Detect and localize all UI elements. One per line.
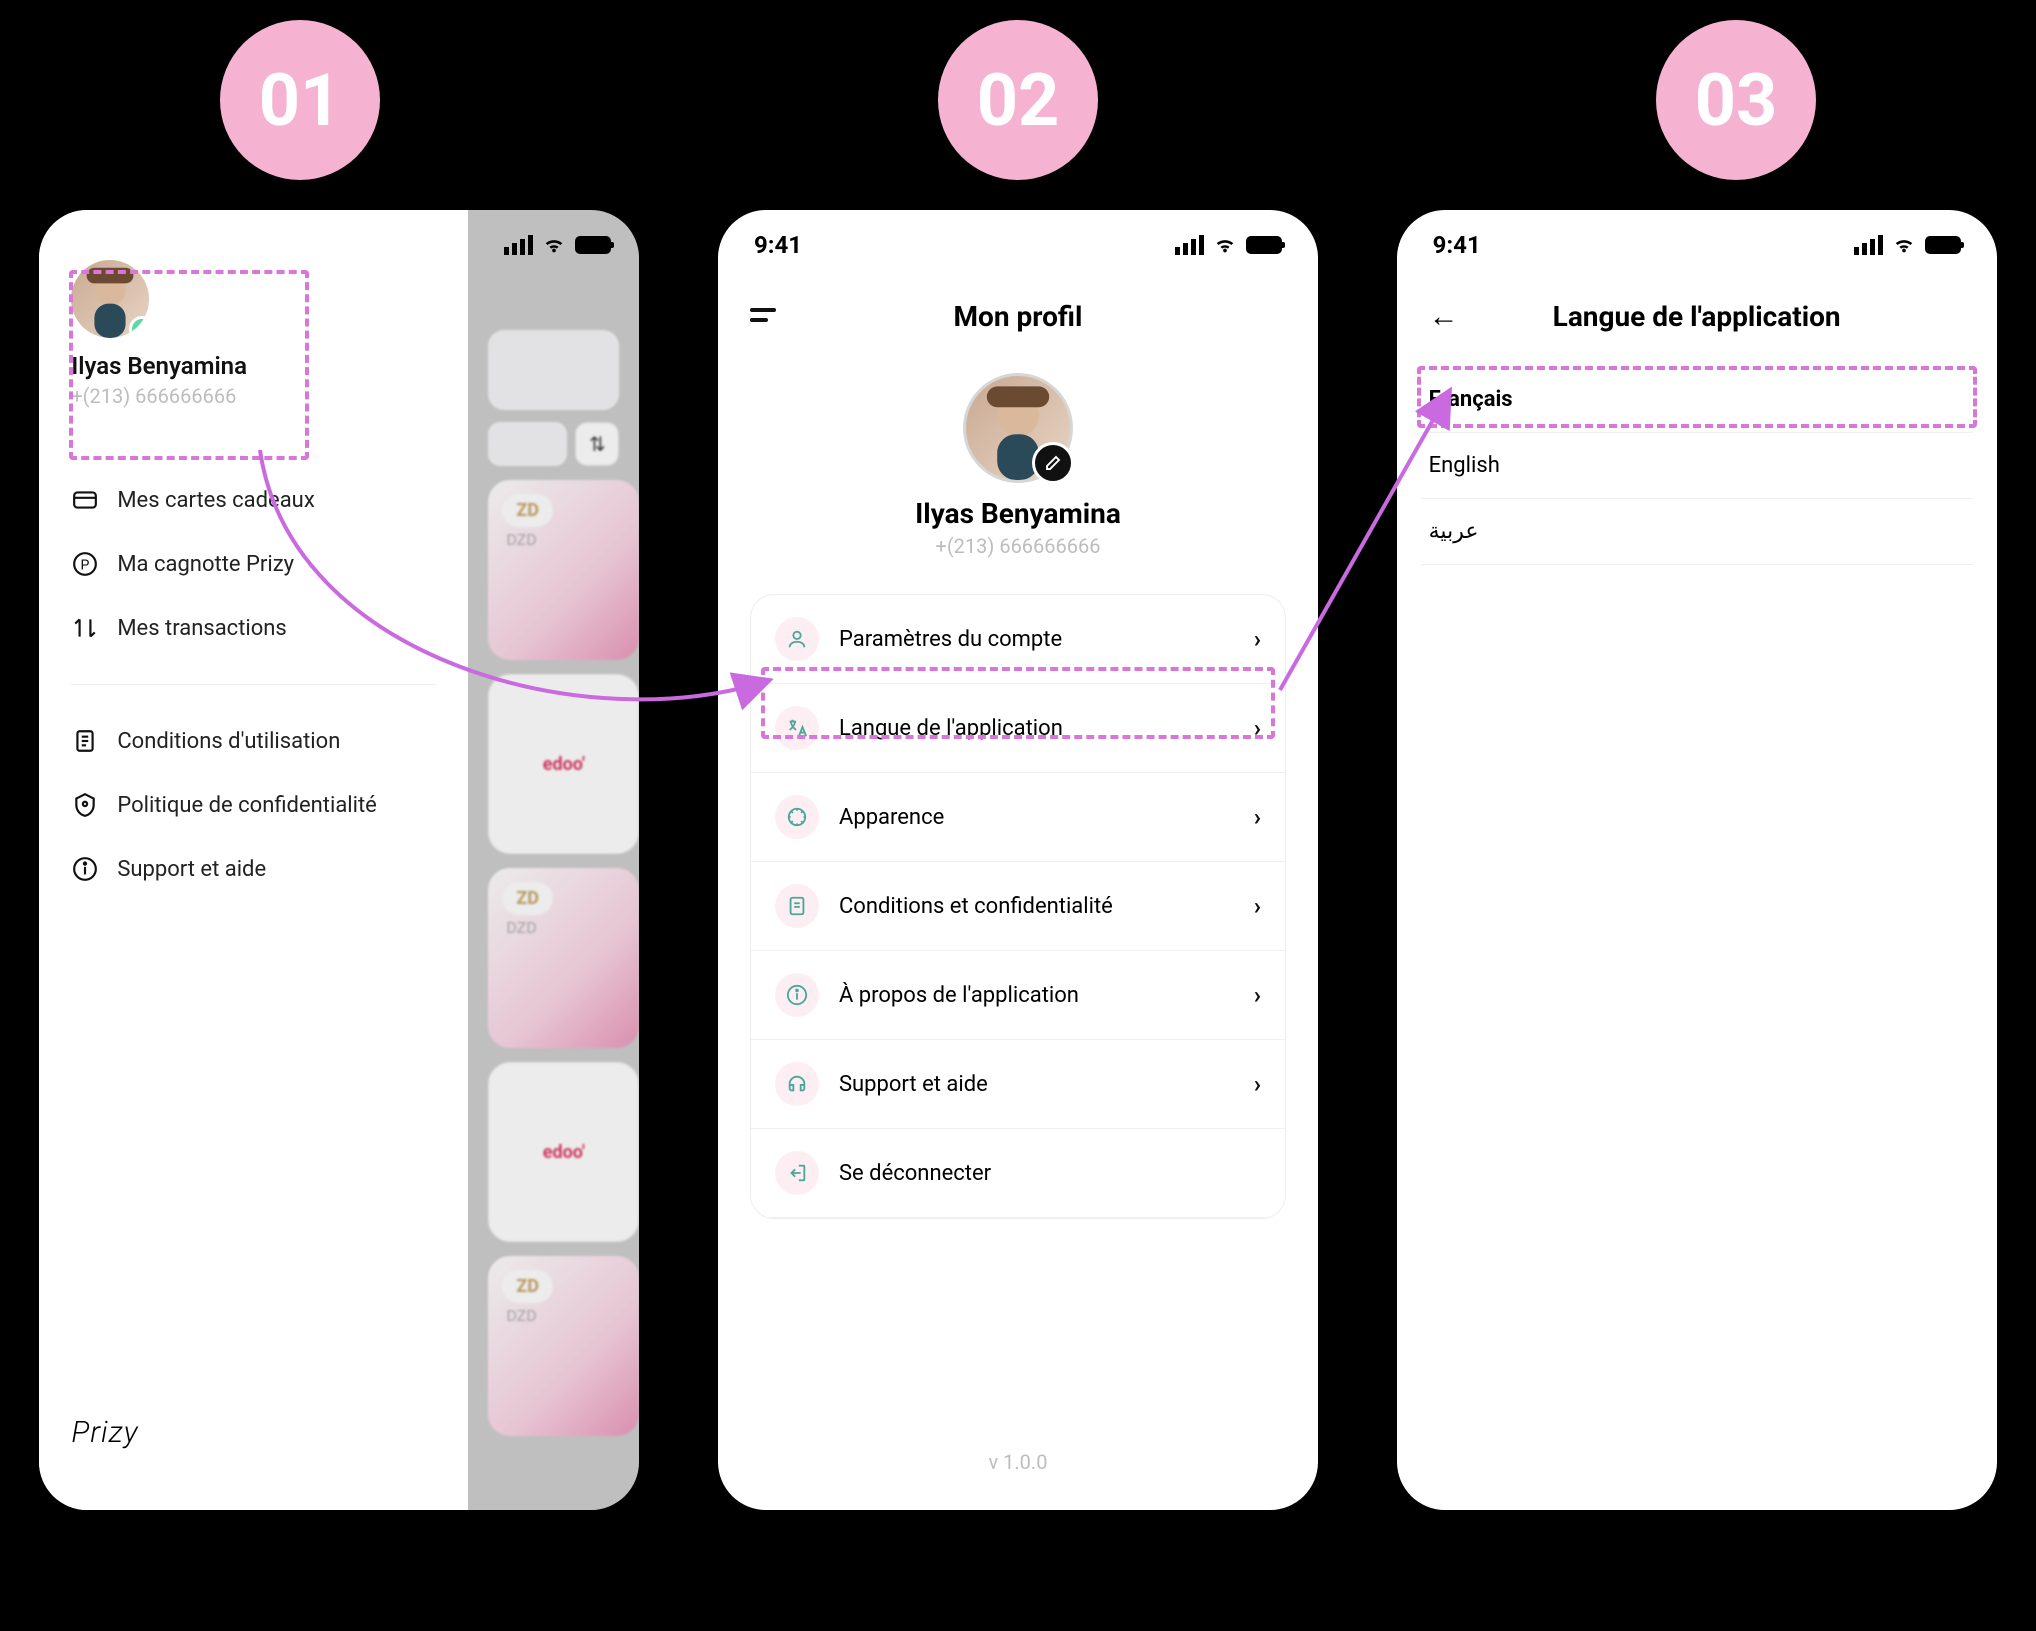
avatar: ✓ [71, 260, 149, 338]
menu-label: Ma cagnotte Prizy [117, 552, 294, 577]
profile-phone: +(213) 666666666 [935, 534, 1100, 558]
prizy-icon: P [71, 550, 99, 578]
language-option-fr[interactable]: Français [1421, 367, 1973, 433]
step-badge-2: 02 [938, 20, 1098, 180]
menu-item-transactions[interactable]: Mes transactions [71, 596, 436, 660]
battery-icon [1925, 236, 1961, 254]
settings-item-terms[interactable]: Conditions et confidentialité › [751, 862, 1285, 951]
chevron-right-icon: › [1254, 981, 1261, 1009]
app-version: v 1.0.0 [718, 1450, 1318, 1474]
menu-label: Politique de confidentialité [117, 793, 377, 818]
menu-item-terms[interactable]: Conditions d'utilisation [71, 709, 436, 773]
settings-item-appearance[interactable]: Apparence › [751, 773, 1285, 862]
signal-icon [1175, 235, 1204, 255]
screen-language: 9:41 ← Langue de l'application Français … [1397, 210, 1997, 1510]
settings-item-support[interactable]: Support et aide › [751, 1040, 1285, 1129]
settings-label: Apparence [839, 805, 1234, 830]
menu-item-privacy[interactable]: Politique de confidentialité [71, 773, 436, 837]
battery-icon [1246, 236, 1282, 254]
page-title: Langue de l'application [1553, 300, 1841, 333]
step-badge-1: 01 [220, 20, 380, 180]
brand-logo: Prizy [71, 1415, 436, 1470]
chevron-right-icon: › [1254, 803, 1261, 831]
drawer-profile-header[interactable]: ✓ Ilyas Benyamina +(213) 666666666 [71, 250, 436, 428]
terms-icon [71, 727, 99, 755]
wifi-icon [1893, 234, 1915, 256]
menu-item-gift-cards[interactable]: Mes cartes cadeaux [71, 468, 436, 532]
screen-profile: 9:41 Mon profil Ilyas Benyamina +(213) 6… [718, 210, 1318, 1510]
status-time: 9:41 [754, 231, 802, 259]
chevron-right-icon: › [1254, 892, 1261, 920]
chevron-right-icon: › [1254, 714, 1261, 742]
settings-item-account[interactable]: Paramètres du compte › [751, 595, 1285, 684]
sort-icon: ⇅ [575, 422, 619, 466]
user-icon [775, 617, 819, 661]
settings-label: Se déconnecter [839, 1161, 1261, 1186]
language-icon [775, 706, 819, 750]
support-icon [775, 1062, 819, 1106]
menu-label: Mes cartes cadeaux [117, 488, 314, 513]
settings-item-about[interactable]: À propos de l'application › [751, 951, 1285, 1040]
drawer-backdrop[interactable]: ⇅ ZDDZD edoo' ZDDZD edoo' ZDDZD [468, 210, 639, 1510]
screen-drawer: ✓ Ilyas Benyamina +(213) 666666666 Mes c… [39, 210, 639, 1510]
settings-label: Support et aide [839, 1072, 1234, 1097]
back-button[interactable]: ← [1429, 299, 1459, 334]
settings-label: Paramètres du compte [839, 627, 1234, 652]
verified-badge-icon: ✓ [129, 316, 149, 338]
wifi-icon [1214, 234, 1236, 256]
language-list: Français English عربية [1421, 367, 1973, 565]
card-icon [71, 486, 99, 514]
chevron-right-icon: › [1254, 625, 1261, 653]
menu-label: Support et aide [117, 857, 266, 882]
hamburger-icon[interactable] [750, 300, 776, 333]
info-icon [71, 855, 99, 883]
chevron-right-icon: › [1254, 1070, 1261, 1098]
settings-label: Conditions et confidentialité [839, 894, 1234, 919]
signal-icon [1854, 235, 1883, 255]
status-time: 9:41 [1433, 231, 1481, 259]
svg-text:P: P [81, 557, 90, 573]
settings-item-language[interactable]: Langue de l'application › [751, 684, 1285, 773]
avatar [963, 373, 1073, 483]
logout-icon [775, 1151, 819, 1195]
menu-label: Conditions d'utilisation [117, 729, 340, 754]
page-title: Mon profil [954, 300, 1083, 333]
language-option-en[interactable]: English [1421, 433, 1973, 499]
transactions-icon [71, 614, 99, 642]
settings-item-logout[interactable]: Se déconnecter [751, 1129, 1285, 1218]
shield-icon [71, 791, 99, 819]
settings-list: Paramètres du compte › Langue de l'appli… [750, 594, 1286, 1219]
info-icon [775, 973, 819, 1017]
menu-item-cagnotte[interactable]: P Ma cagnotte Prizy [71, 532, 436, 596]
profile-phone: +(213) 666666666 [71, 384, 436, 408]
edit-avatar-button[interactable] [1032, 442, 1074, 484]
settings-label: À propos de l'application [839, 983, 1234, 1008]
step-badge-3: 03 [1656, 20, 1816, 180]
menu-label: Mes transactions [117, 616, 286, 641]
menu-item-support[interactable]: Support et aide [71, 837, 436, 901]
appearance-icon [775, 795, 819, 839]
document-icon [775, 884, 819, 928]
language-option-ar[interactable]: عربية [1421, 499, 1973, 565]
profile-name: Ilyas Benyamina [915, 497, 1121, 530]
settings-label: Langue de l'application [839, 716, 1234, 741]
profile-name: Ilyas Benyamina [71, 352, 436, 380]
